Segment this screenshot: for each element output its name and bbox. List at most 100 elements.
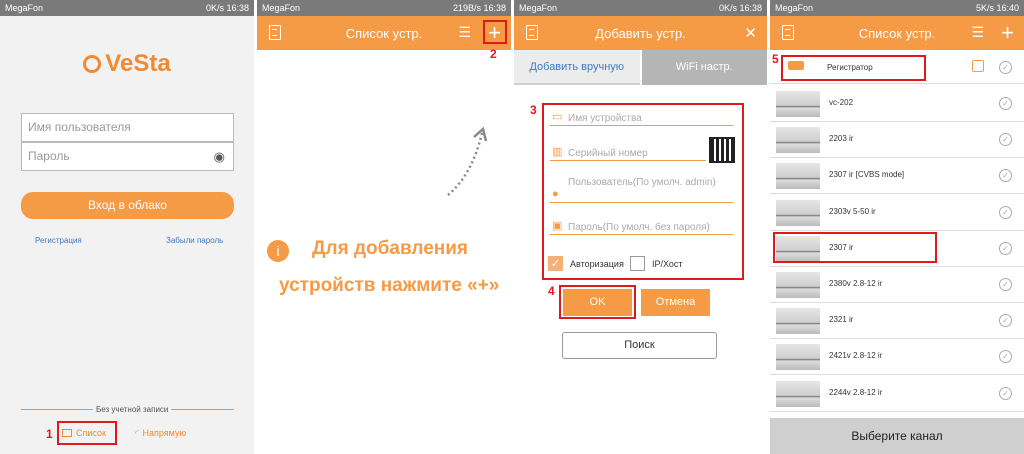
device-name-field[interactable]: ▭ Имя устройства [550, 111, 733, 126]
list-item[interactable]: 2203 ir ✓ [770, 122, 1024, 159]
list-item[interactable]: vc-202 ✓ [770, 86, 1024, 122]
device-name: vc-202 [829, 98, 854, 107]
app-bar: Добавить устр. ✕ [514, 16, 767, 50]
carrier: MegaFon [262, 3, 301, 13]
close-icon[interactable]: ✕ [744, 24, 757, 42]
device-name: 2380v 2.8-12 ir [829, 279, 883, 288]
list-item[interactable]: 2244v 2.8-12 ir ✓ [770, 376, 1024, 412]
ok-button[interactable]: OK [563, 289, 632, 316]
camera-thumbnail [776, 308, 820, 335]
list-item[interactable]: 2421v 2.8-12 ir ✓ [770, 339, 1024, 376]
device-name: 2244v 2.8-12 ir [829, 387, 883, 397]
direct-button-label: Напрямую [142, 428, 187, 438]
info-icon: i [267, 240, 289, 262]
status-info: 219B/s 16:38 [452, 3, 506, 13]
no-account-label: Без учетной записи [93, 405, 172, 414]
logo-text: VeSta [105, 50, 171, 77]
tab-wifi[interactable]: WiFi настр. [639, 50, 767, 85]
select-channel-button[interactable]: Выберите канал [770, 418, 1024, 454]
list-item[interactable]: 2321 ir ✓ [770, 303, 1024, 340]
device-name: 2303v 5-50 ir [829, 206, 876, 216]
camera-thumbnail [776, 91, 820, 117]
list-button[interactable]: Список [62, 428, 106, 438]
list-button-label: Список [76, 428, 106, 438]
sort-icon[interactable]: ☰ [458, 24, 471, 41]
highlight-add [483, 20, 507, 44]
select-icon[interactable]: ✓ [999, 241, 1012, 255]
select-icon[interactable]: ✓ [999, 314, 1012, 328]
menu-icon[interactable] [526, 25, 538, 40]
add-tabs: Добавить вручную WiFi настр. [514, 50, 767, 85]
camera-thumbnail [776, 199, 820, 226]
select-icon[interactable]: ✓ [999, 169, 1012, 183]
cancel-button[interactable]: Отмена [641, 289, 710, 316]
tab-manual[interactable]: Добавить вручную [514, 50, 640, 85]
qr-scan-icon[interactable] [709, 137, 735, 163]
login-button[interactable]: Вход в облако [21, 192, 234, 219]
arrow-icon [447, 126, 488, 196]
carrier: MegaFon [519, 3, 558, 13]
status-info: 0K/s 16:38 [205, 3, 249, 13]
step-marker-2: 2 [490, 47, 497, 61]
edit-icon[interactable] [972, 60, 984, 72]
device-name: 2203 ir [829, 134, 854, 144]
select-icon[interactable]: ✓ [999, 97, 1012, 110]
device-name: 2421v 2.8-12 ir [829, 351, 883, 361]
password-field[interactable]: Пароль ◉ [21, 142, 234, 171]
step-marker-5: 5 [772, 52, 779, 66]
status-info: 5K/s 16:40 [975, 3, 1019, 13]
vesta-logo: VeSta [0, 50, 254, 78]
serial-field[interactable]: ▥ Серийный номер [550, 146, 706, 161]
password-placeholder: Пароль [28, 149, 70, 163]
user-field[interactable]: ● Пользователь(По умолч. admin) [550, 177, 733, 203]
password-placeholder: Пароль(По умолч. без пароля) [568, 222, 710, 233]
select-icon[interactable]: ✓ [999, 61, 1012, 74]
camera-thumbnail [776, 344, 820, 371]
device-name: 2321 ir [829, 315, 854, 325]
register-link[interactable]: Регистрация [35, 236, 82, 245]
step-marker-4: 4 [548, 284, 555, 298]
status-bar: MegaFon 219B/s 16:38 [257, 0, 511, 16]
camera-thumbnail [776, 272, 820, 298]
select-icon[interactable]: ✓ [999, 350, 1012, 364]
menu-icon[interactable] [269, 25, 281, 40]
ip-checkbox[interactable] [630, 256, 645, 271]
hint-line-1: Для добавления [312, 238, 468, 259]
device-list-empty-screen: MegaFon 219B/s 16:38 Список устр. ☰ + 2 … [257, 0, 511, 454]
direct-button[interactable]: ◜ Напрямую [135, 428, 186, 439]
sort-icon[interactable]: ☰ [971, 24, 984, 41]
add-icon[interactable]: + [1001, 20, 1014, 46]
auth-label: Авторизация [570, 259, 624, 269]
highlight-row [773, 232, 937, 263]
forgot-password-link[interactable]: Забыли пароль [166, 236, 223, 245]
list-item[interactable]: 2380v 2.8-12 ir ✓ [770, 267, 1024, 303]
device-list-screen: MegaFon 5K/s 16:40 Список устр. ☰ + Реги… [770, 0, 1024, 454]
menu-icon[interactable] [782, 25, 794, 40]
select-icon[interactable]: ✓ [999, 278, 1012, 291]
select-icon[interactable]: ✓ [999, 205, 1012, 219]
select-icon[interactable]: ✓ [999, 133, 1012, 147]
status-bar: MegaFon 5K/s 16:40 [770, 0, 1024, 16]
username-field[interactable]: Имя пользователя [21, 113, 234, 142]
select-icon[interactable]: ✓ [999, 386, 1012, 400]
eye-icon[interactable]: ◉ [214, 149, 225, 165]
highlight-recorder [781, 55, 926, 81]
lock-icon: ▣ [552, 220, 563, 232]
list-item[interactable]: 2307 ir [CVBS mode] ✓ [770, 158, 1024, 195]
camera-thumbnail [776, 127, 820, 154]
search-button[interactable]: Поиск [562, 332, 717, 359]
list-item[interactable]: 2303v 5-50 ir ✓ [770, 195, 1024, 231]
app-bar: Список устр. ☰ + [257, 16, 511, 50]
page-title: Список устр. [858, 25, 936, 41]
carrier: MegaFon [775, 3, 814, 13]
device-name: 2307 ir [CVBS mode] [829, 170, 905, 180]
carrier: MegaFon [5, 3, 44, 13]
ip-label: IP/Хост [652, 259, 683, 269]
step-marker-1: 1 [46, 427, 53, 441]
user-icon: ● [552, 188, 559, 200]
logo-icon [83, 55, 102, 73]
monitor-icon [62, 429, 72, 437]
auth-checkbox[interactable]: ✓ [548, 256, 563, 271]
add-device-screen: MegaFon 0K/s 16:38 Добавить устр. ✕ Доба… [514, 0, 767, 454]
password-field[interactable]: ▣ Пароль(По умолч. без пароля) [550, 220, 733, 235]
